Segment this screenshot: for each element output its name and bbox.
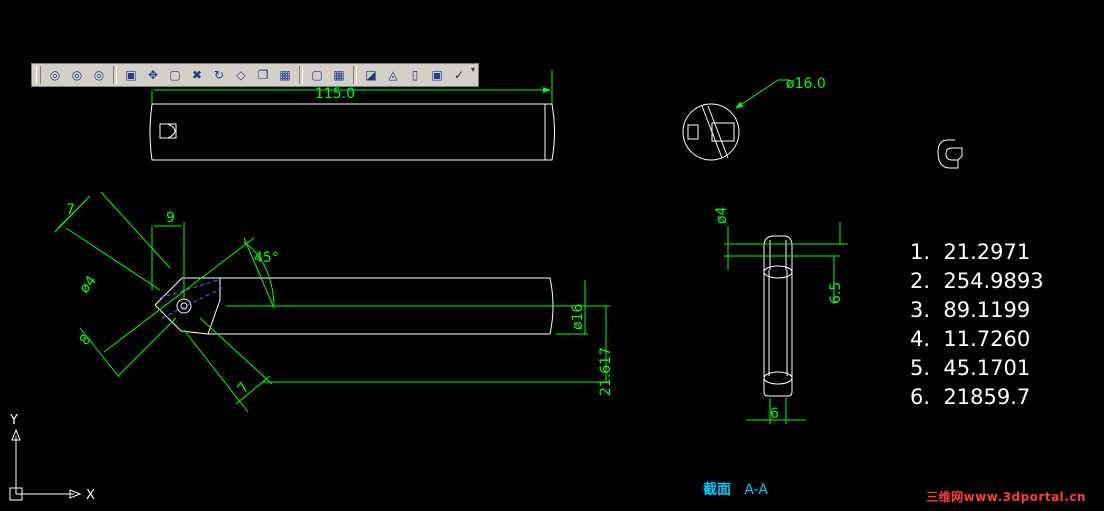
delete-faces-icon[interactable]: ✖ — [186, 65, 208, 85]
section-label: 截面 A-A — [703, 479, 768, 499]
separate-icon[interactable]: ▯ — [404, 65, 426, 85]
result-line: 3. 89.1199 — [910, 298, 1031, 322]
end-view-leader — [735, 79, 779, 109]
ucs-y-label: Y — [9, 413, 18, 428]
measurement-results: 1. 21.2971 2. 254.9893 3. 89.1199 4. 11.726… — [910, 238, 1044, 412]
dia-4-right-text: ø4 — [714, 206, 730, 224]
section-name: A-A — [744, 482, 768, 498]
ucs-icon — [9, 428, 82, 501]
clip-symbol — [937, 139, 963, 169]
dim-7-top-text: 7 — [66, 202, 75, 218]
section-view-pin — [763, 235, 793, 397]
toolbar-separator — [353, 66, 357, 84]
check-icon[interactable]: ✓ — [448, 65, 470, 85]
color-faces-icon[interactable]: ▦ — [274, 65, 296, 85]
length-dimension-text: 115.0 — [315, 86, 355, 102]
ucs-x-label: X — [86, 488, 95, 503]
dim-7-bottom-text: 7 — [235, 380, 253, 397]
result-line: 1. 21.2971 — [910, 240, 1031, 264]
subtract-icon[interactable]: ◎ — [66, 65, 88, 85]
solids-editing-toolbar[interactable]: ◎ ◎ ◎ ▣ ✥ ▢ ✖ ↻ ◇ ❐ ▦ ▢ ▦ ◪ ◬ ▯ ▣ ✓ ▾ — [31, 63, 479, 87]
end-view-diameter-text: ø16.0 — [786, 76, 826, 92]
toolbar-options-icon[interactable]: ▾ — [471, 65, 477, 85]
dim-6-text: 6 — [770, 406, 779, 422]
union-icon[interactable]: ◎ — [44, 65, 66, 85]
section-label-text: 截面 — [703, 482, 731, 498]
extrude-faces-icon[interactable]: ▣ — [120, 65, 142, 85]
result-line: 6. 21859.7 — [910, 385, 1031, 409]
dia-16-text: ø16 — [570, 304, 586, 330]
dim-9-text: 9 — [166, 210, 175, 226]
result-line: 5. 45.1701 — [910, 356, 1031, 380]
toolbar-separator — [113, 66, 117, 84]
color-edges-icon[interactable]: ▦ — [328, 65, 350, 85]
copy-faces-icon[interactable]: ❐ — [252, 65, 274, 85]
main-view-dimensions — [54, 191, 610, 413]
rotate-faces-icon[interactable]: ↻ — [208, 65, 230, 85]
top-view-pin — [149, 103, 555, 161]
clean-icon[interactable]: ◬ — [382, 65, 404, 85]
dim-21617-text: 21.617 — [598, 347, 614, 396]
result-line: 4. 11.7260 — [910, 327, 1031, 351]
shell-icon[interactable]: ▣ — [426, 65, 448, 85]
toolbar-separator — [299, 66, 303, 84]
dim-8-text: 8 — [77, 332, 95, 349]
angle-text: 45° — [254, 250, 279, 266]
toolbar-buttons: ◎ ◎ ◎ ▣ ✥ ▢ ✖ ↻ ◇ ❐ ▦ ▢ ▦ ◪ ◬ ▯ ▣ ✓ — [44, 65, 470, 85]
toolbar-grip[interactable] — [36, 66, 41, 84]
end-view-circle — [682, 103, 740, 161]
offset-faces-icon[interactable]: ▢ — [164, 65, 186, 85]
move-faces-icon[interactable]: ✥ — [142, 65, 164, 85]
result-line: 2. 254.9893 — [910, 269, 1044, 293]
dia-4-left-text: ø4 — [77, 273, 100, 297]
taper-faces-icon[interactable]: ◇ — [230, 65, 252, 85]
intersect-icon[interactable]: ◎ — [88, 65, 110, 85]
site-watermark: 三维网www.3dportal.cn — [926, 490, 1086, 504]
copy-edges-icon[interactable]: ▢ — [306, 65, 328, 85]
imprint-icon[interactable]: ◪ — [360, 65, 382, 85]
dim-6-5-text: 6.5 — [828, 282, 844, 304]
